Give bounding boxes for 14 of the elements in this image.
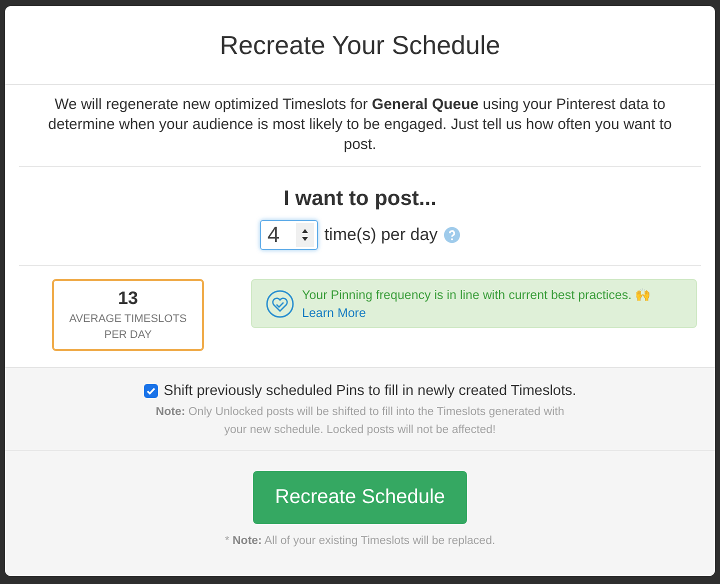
stat-value: 13 bbox=[118, 288, 138, 308]
footer-note: *Note: All of your existing Timeslots will be replaced. bbox=[224, 535, 496, 547]
note-text: Note: Only Unlocked posts will be shifted to fill into the Timeslots generated with your new schedule. Locked posts will not be affected! bbox=[154, 405, 566, 438]
checkbox-label[interactable]: Shift previously scheduled Pins to fill in newly created Timeslots. bbox=[164, 383, 576, 399]
stat-label: AVERAGE TIMESLOTS PER DAY bbox=[68, 312, 188, 342]
dialog-title: Recreate Your Schedule bbox=[220, 30, 500, 60]
spinner-icon[interactable] bbox=[296, 223, 314, 247]
checkbox[interactable] bbox=[144, 384, 158, 398]
post-heading: I want to post... bbox=[284, 187, 436, 211]
unit-label: time(s) per day bbox=[324, 225, 438, 245]
alert-message: Your Pinning frequency is in line with current best practices. 🙌 bbox=[302, 287, 652, 304]
learn-more-link[interactable]: Learn More bbox=[302, 304, 366, 322]
heart-check-icon bbox=[266, 290, 294, 318]
description: We will regenerate new optimized Timeslots for General Queue using your Pinterest data to determine when your audience is most likely to be engaged. Just tell us how often you want to post. bbox=[19, 85, 701, 167]
